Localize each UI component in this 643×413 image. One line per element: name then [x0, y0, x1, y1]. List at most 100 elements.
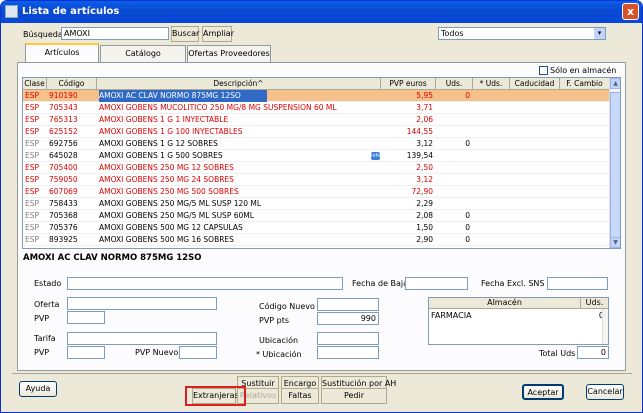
table-row[interactable]: ESP 705376 AMOXI GOBENS 500 MG 12 CAPSULAS…: [23, 222, 610, 234]
tab-catalogo-proveedores[interactable]: Catálogo Proveedores: [100, 45, 186, 73]
cell-codigo: 910190: [49, 91, 78, 100]
col-uds[interactable]: Uds.: [436, 78, 473, 90]
tarifa-label: Tarifa: [34, 334, 56, 343]
cell-pvp: 2,06: [416, 115, 433, 124]
cell-pvp: 2,90: [416, 235, 433, 244]
estado-label: Estado: [34, 279, 62, 288]
cell-codigo: 607069: [49, 187, 78, 196]
solo-almacen-label: Sólo en almacén: [550, 66, 617, 75]
cell-clase: ESP: [25, 127, 40, 136]
cell-desc: AMOXI GOBENS 250 MG 500 SOBRES: [99, 187, 239, 196]
faltas-button[interactable]: Faltas: [281, 388, 319, 404]
tarifa-field[interactable]: [67, 332, 217, 345]
table-row[interactable]: ESP 692756 AMOXI GOBENS 1 G 12 SOBRES 3,12 0: [23, 138, 610, 150]
fecha-excl-field[interactable]: [547, 277, 608, 290]
col-clase[interactable]: Clase: [23, 78, 47, 90]
buscar-button[interactable]: Buscar: [171, 26, 199, 42]
table-row[interactable]: ESP 705400 AMOXI GOBENS 250 MG 12 SOBRES 2,…: [23, 162, 610, 174]
cell-clase: ESP: [25, 211, 40, 220]
fecha-excl-label: Fecha Excl. SNS: [481, 279, 545, 288]
cell-pvp: 2,08: [416, 211, 433, 220]
scroll-up-icon[interactable]: ▲: [610, 78, 620, 89]
fecha-baja-field[interactable]: [405, 277, 468, 290]
col-descripcion[interactable]: Descripción^: [97, 78, 381, 90]
cell-pvp: 144,55: [406, 127, 433, 136]
cell-uds: [438, 126, 470, 138]
tab-ofertas-proveedores[interactable]: Ofertas Proveedores: [187, 45, 271, 62]
table-row[interactable]: ESP 705368 AMOXI GOBENS 250 MG/5 ML SUSP 6…: [23, 210, 610, 222]
close-button[interactable]: x: [622, 3, 639, 20]
cell-desc: AMOXI GOBENS 1 G 1 INYECTABLE: [99, 115, 229, 124]
cell-clase: ESP: [25, 91, 40, 100]
pedir-button[interactable]: Pedir: [321, 388, 387, 404]
oferta-field[interactable]: [67, 297, 217, 310]
estado-field[interactable]: [67, 277, 343, 290]
aceptar-button[interactable]: Aceptar: [522, 384, 564, 400]
cell-desc: AMOXI GOBENS MUCOLITICO 250 MG/8 MG SUSP…: [99, 103, 337, 112]
cell-uds: 0: [465, 91, 470, 100]
tab-articulos[interactable]: Artículos: [25, 43, 99, 63]
cell-pvp: 3,71: [416, 103, 433, 112]
cell-desc: AMOXI GOBENS 500 MG 16 SOBRES: [99, 235, 234, 244]
cell-codigo: 705343: [49, 103, 78, 112]
pvp-field[interactable]: [67, 311, 105, 324]
star-ubicacion-field[interactable]: [317, 346, 379, 359]
total-uds-field: 0: [577, 346, 609, 359]
pvp-nuevo-label: PVP Nuevo: [135, 348, 179, 357]
col-pvp[interactable]: PVP euros: [381, 78, 436, 90]
cancelar-button[interactable]: Cancelar: [586, 384, 624, 400]
cell-codigo: 893925: [49, 235, 78, 244]
table-row[interactable]: ESP 758433 AMOXI GOBENS 250 MG/5 ML SUSP 1…: [23, 198, 610, 210]
table-row[interactable]: ESP 607069 AMOXI GOBENS 250 MG 500 SOBRES 7…: [23, 186, 610, 198]
cell-pvp: 3,12: [416, 139, 433, 148]
ayuda-button[interactable]: Ayuda: [19, 381, 57, 397]
busqueda-label: Búsqueda: [23, 30, 63, 39]
articles-grid[interactable]: Clase Código Descripción^ PVP euros Uds.…: [22, 77, 621, 249]
cell-pvp: 72,90: [411, 187, 433, 196]
table-row[interactable]: ESP 765313 AMOXI GOBENS 1 G 1 INYECTABLE 2,…: [23, 114, 610, 126]
col-fcambio[interactable]: F. Cambio: [560, 78, 610, 90]
almacen-table[interactable]: Almacén Uds. FARMACIA 0: [428, 297, 609, 345]
cell-uds: [438, 162, 470, 174]
solo-almacen-checkbox[interactable]: [539, 66, 548, 75]
almacen-scrollbar[interactable]: [602, 309, 608, 344]
scroll-thumb[interactable]: [610, 92, 620, 242]
cell-codigo: 645028: [49, 151, 78, 160]
codigo-nuevo-field[interactable]: [317, 298, 379, 311]
scroll-down-icon[interactable]: ▼: [610, 237, 620, 248]
cell-uds: [438, 114, 470, 126]
table-row[interactable]: ESP 893925 AMOXI GOBENS 500 MG 16 SOBRES 2,…: [23, 234, 610, 246]
ubicacion-label: Ubicación: [259, 336, 299, 345]
cell-desc: AMOXI GOBENS 1 G 100 INYECTABLES: [99, 127, 243, 136]
pvp-nuevo-field[interactable]: [179, 346, 217, 359]
ubicacion-field[interactable]: [317, 332, 379, 345]
pvp2-field[interactable]: [67, 346, 105, 359]
codigo-nuevo-label: Código Nuevo: [259, 302, 315, 311]
col-caducidad[interactable]: Caducidad: [510, 78, 560, 90]
col-star-uds[interactable]: * Uds.: [473, 78, 510, 90]
table-row[interactable]: ESP 910190 AMOXI AC CLAV NORMO 875MG 12SO 5…: [23, 90, 610, 102]
table-row[interactable]: ESP 645028 AMOXI GOBENS 1 G 500 SOBRES 139,…: [23, 150, 610, 162]
fecha-baja-label: Fecha de Baja: [352, 279, 409, 288]
filter-select[interactable]: Todos ▾: [438, 27, 606, 40]
cell-uds: [438, 102, 470, 114]
cell-pvp: 2,50: [416, 163, 433, 172]
cell-desc: AMOXI GOBENS 500 MG 12 CAPSULAS: [99, 223, 243, 232]
info-icon[interactable]: info: [371, 152, 380, 160]
cell-pvp: 1,50: [416, 223, 433, 232]
cell-clase: ESP: [25, 187, 40, 196]
cell-desc: AMOXI GOBENS 1 G 500 SOBRES: [99, 151, 223, 160]
search-input[interactable]: AMOXI: [61, 27, 169, 40]
cell-uds: 0: [465, 139, 470, 148]
table-row[interactable]: ESP 759050 AMOXI GOBENS 250 MG 24 SOBRES 3,…: [23, 174, 610, 186]
almacen-uds-header: Uds.: [581, 298, 608, 309]
pvp-pts-field[interactable]: 990: [317, 312, 379, 325]
ampliar-button[interactable]: Ampliar: [202, 26, 234, 42]
cell-uds: [438, 186, 470, 198]
table-row[interactable]: ESP 625152 AMOXI GOBENS 1 G 100 INYECTABLE…: [23, 126, 610, 138]
col-codigo[interactable]: Código: [47, 78, 97, 90]
table-row[interactable]: ESP 705343 AMOXI GOBENS MUCOLITICO 250 MG/…: [23, 102, 610, 114]
chevron-down-icon[interactable]: ▾: [594, 28, 605, 39]
cell-desc: AMOXI GOBENS 250 MG 24 SOBRES: [99, 175, 234, 184]
grid-scrollbar[interactable]: ▲ ▼: [609, 78, 620, 248]
